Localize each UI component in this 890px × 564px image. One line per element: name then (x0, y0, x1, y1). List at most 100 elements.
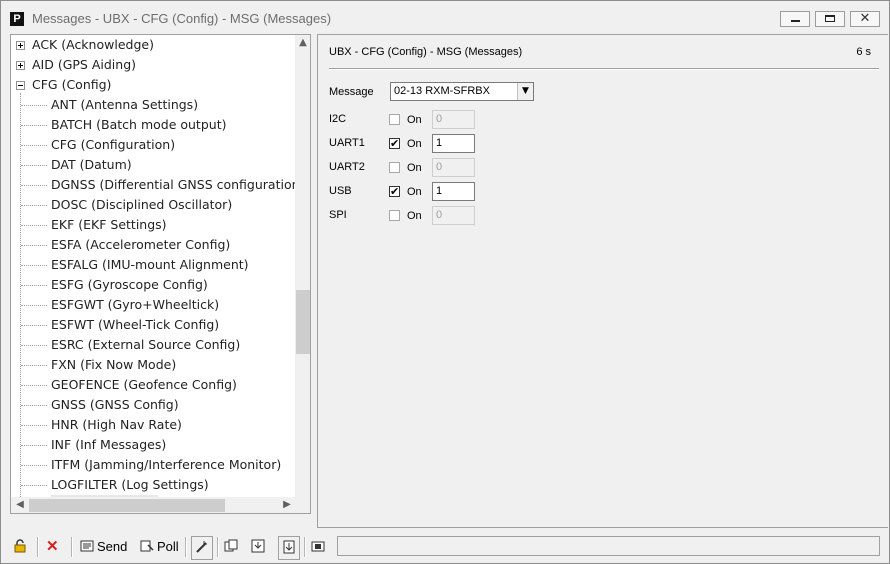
tree-item-label: AID (GPS Aiding) (32, 57, 137, 72)
tree-vertical-scrollbar[interactable]: ▲ ▼ (295, 35, 310, 511)
port-enable-checkbox[interactable] (389, 210, 400, 221)
close-button[interactable]: ✕ (850, 11, 880, 27)
tree-item-label: INF (Inf Messages) (51, 437, 167, 452)
tree-guide-branch (21, 185, 47, 186)
close-icon: ✕ (859, 11, 871, 26)
tree-item-label: ESFALG (IMU-mount Alignment) (51, 257, 249, 272)
tree-item-label: ITFM (Jamming/Interference Monitor) (51, 457, 282, 472)
on-label: On (407, 138, 422, 150)
lock-button[interactable] (13, 536, 30, 558)
scroll-up-icon[interactable]: ▲ (295, 37, 310, 48)
poll-icon (140, 540, 154, 552)
delete-icon: ✕ (46, 538, 59, 555)
tree-item-label: ESRC (External Source Config) (51, 337, 241, 352)
on-label: On (407, 186, 422, 198)
tree-item-label: DGNSS (Differential GNSS configuration) (51, 177, 305, 192)
tree-item-label: ESFG (Gyroscope Config) (51, 277, 208, 292)
window-title: Messages - UBX - CFG (Config) - MSG (Mes… (32, 11, 332, 26)
expand-icon[interactable] (16, 41, 25, 50)
tree-item-label: ACK (Acknowledge) (32, 37, 154, 52)
load-button[interactable] (224, 536, 241, 558)
tree-item-label: FXN (Fix Now Mode) (51, 357, 177, 372)
wand-icon (196, 541, 207, 553)
tree-item-label: LOGFILTER (Log Settings) (51, 477, 209, 492)
chevron-down-icon[interactable]: ▼ (517, 83, 533, 100)
port-rate-input: 0 (432, 110, 475, 129)
tree-horizontal-scroll-thumb[interactable] (29, 499, 225, 512)
camera-icon (311, 541, 325, 552)
tree-item-label: BATCH (Batch mode output) (51, 117, 227, 132)
panel-title: UBX - CFG (Config) - MSG (Messages) (329, 46, 523, 58)
poll-label: Poll (157, 539, 179, 554)
toolbar-separator (185, 537, 187, 557)
tree-guide-branch (21, 125, 47, 126)
scroll-right-icon[interactable]: ▶ (279, 499, 295, 510)
tree-guide-branch (21, 365, 47, 366)
port-enable-checkbox[interactable]: ✔ (389, 138, 400, 149)
send-button[interactable]: Send (80, 536, 127, 558)
tree-item-label: GEOFENCE (Geofence Config) (51, 377, 237, 392)
tree-item-label: ANT (Antenna Settings) (51, 97, 199, 112)
port-rate-input: 0 (432, 158, 475, 177)
port-enable-checkbox[interactable] (389, 114, 400, 125)
tree-guide-branch (21, 425, 47, 426)
delete-button[interactable]: ✕ (46, 536, 59, 558)
port-name: UART1 (329, 137, 365, 149)
toolbar-separator (217, 537, 219, 557)
save-button[interactable] (251, 536, 268, 558)
tree-item-label: ESFA (Accelerometer Config) (51, 237, 231, 252)
message-tree[interactable]: ACK (Acknowledge) AID (GPS Aiding) CFG (Co… (10, 34, 311, 514)
checkmark-icon: ✔ (390, 185, 400, 198)
scrollbar-corner (295, 497, 310, 513)
message-select-value: 02-13 RXM-SFRBX (394, 85, 490, 97)
message-age: 6 s (856, 46, 871, 58)
title-bar: P Messages - UBX - CFG (Config) - MSG (M… (1, 1, 889, 33)
tree-horizontal-scrollbar[interactable]: ◀ ▶ (11, 497, 295, 513)
send-icon (80, 540, 94, 552)
tree-guide-branch (21, 305, 47, 306)
screenshot-button[interactable] (311, 536, 328, 558)
lock-icon (14, 539, 26, 553)
tree-vertical-scroll-thumb[interactable] (296, 290, 310, 354)
load-icon (224, 539, 238, 552)
tree-guide-branch (21, 385, 47, 386)
tree-guide-branch (21, 325, 47, 326)
expand-icon[interactable] (16, 61, 25, 70)
checkmark-icon: ✔ (390, 137, 400, 150)
maximize-icon (825, 15, 835, 22)
send-label: Send (97, 539, 128, 554)
minimize-icon (791, 20, 800, 22)
tree-guide-line (20, 93, 22, 505)
port-rate-input[interactable]: 1 (432, 134, 475, 153)
tree-guide-branch (21, 225, 47, 226)
tree-item-label: EKF (EKF Settings) (51, 217, 167, 232)
port-enable-checkbox[interactable] (389, 162, 400, 173)
port-rate-input[interactable]: 1 (432, 182, 475, 201)
minimize-button[interactable] (780, 11, 810, 27)
status-field (337, 536, 880, 556)
message-select[interactable]: 02-13 RXM-SFRBX ▼ (390, 82, 534, 101)
tree-guide-branch (21, 485, 47, 486)
tree-guide-branch (21, 145, 47, 146)
scroll-left-icon[interactable]: ◀ (12, 499, 28, 510)
port-name: UART2 (329, 161, 365, 173)
tree-item-label: GNSS (GNSS Config) (51, 397, 179, 412)
tree-guide-branch (21, 105, 47, 106)
on-label: On (407, 210, 422, 222)
toolbar-separator (304, 537, 306, 557)
tree-guide-branch (21, 205, 47, 206)
port-enable-checkbox[interactable]: ✔ (389, 186, 400, 197)
messages-window: P Messages - UBX - CFG (Config) - MSG (M… (0, 0, 890, 564)
download-button[interactable] (278, 536, 300, 560)
tree-item-label: CFG (Configuration) (51, 137, 176, 152)
save-icon (251, 539, 265, 553)
tree-item-label: ESFWT (Wheel-Tick Config) (51, 317, 220, 332)
tree-guide-branch (21, 405, 47, 406)
message-config-panel: UBX - CFG (Config) - MSG (Messages) 6 s … (317, 34, 888, 528)
maximize-button[interactable] (815, 11, 845, 27)
autopoll-button[interactable] (191, 536, 213, 560)
on-label: On (407, 162, 422, 174)
poll-button[interactable]: Poll (140, 536, 179, 558)
collapse-icon[interactable] (16, 81, 25, 90)
tree-guide-branch (21, 265, 47, 266)
